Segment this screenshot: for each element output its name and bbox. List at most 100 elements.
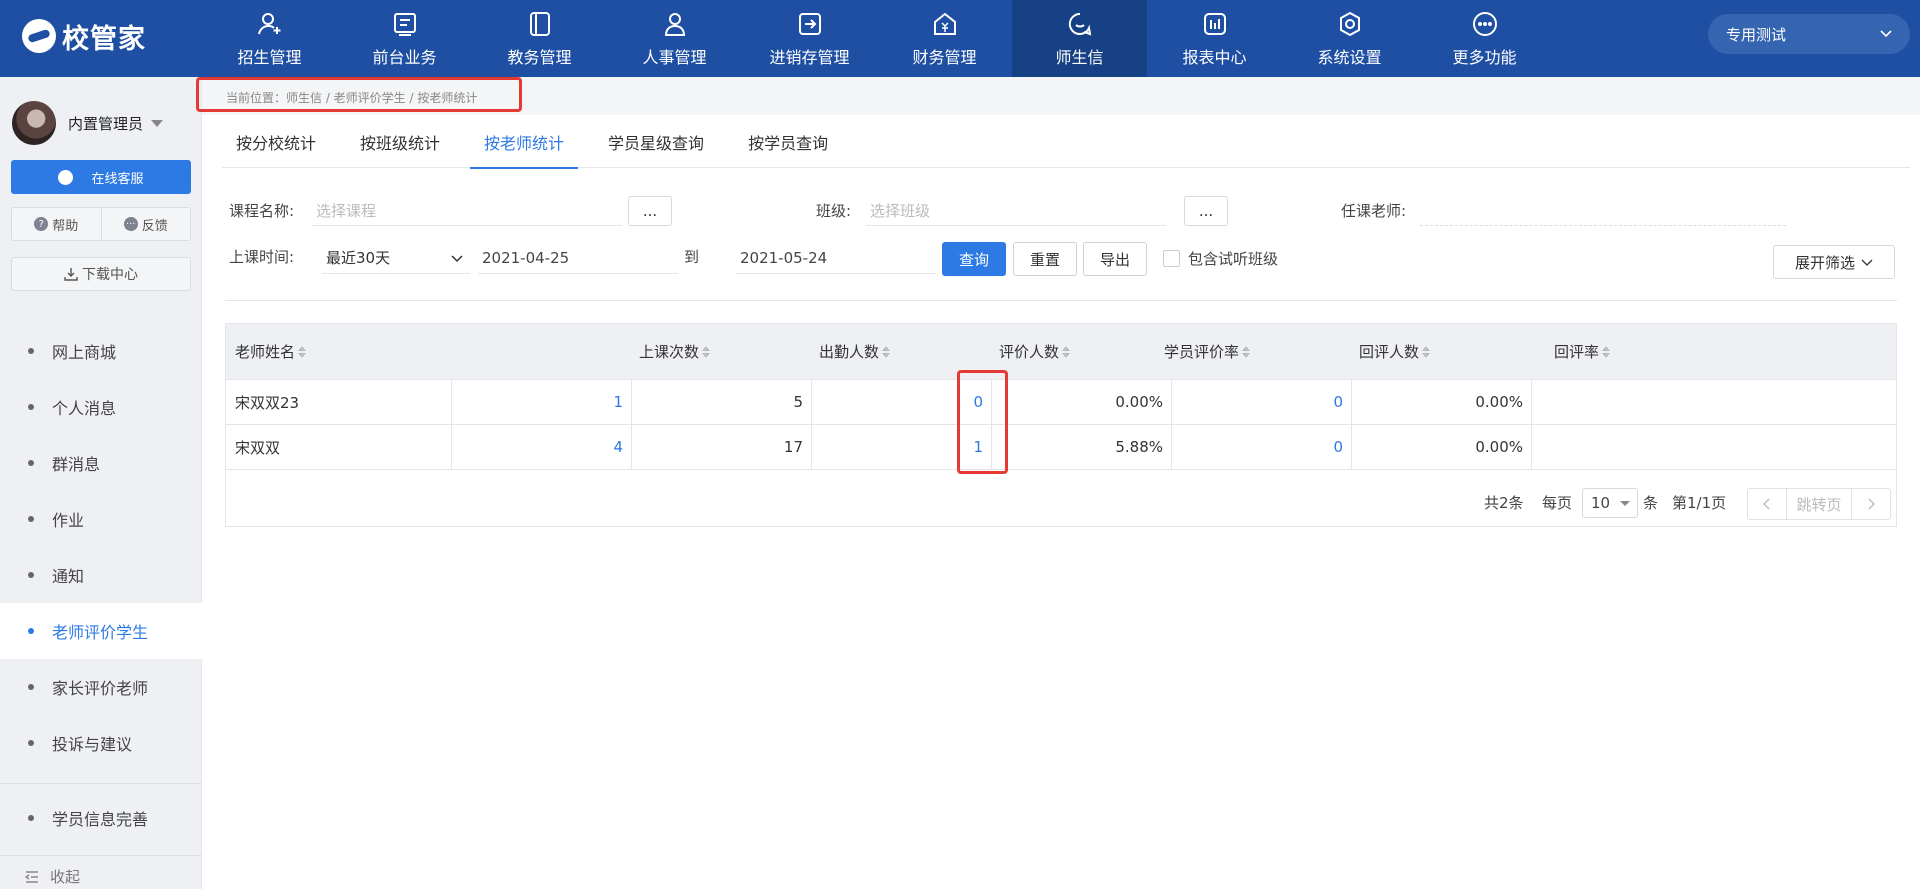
user-name: 内置管理员 xyxy=(68,114,144,133)
logo-text: 校管家 xyxy=(62,23,146,55)
user-plus-icon xyxy=(256,10,284,38)
bar-chart-icon xyxy=(1201,10,1229,38)
app-logo[interactable]: 校管家 xyxy=(22,14,162,58)
sidebar-item-personal-messages[interactable]: 个人消息 xyxy=(0,379,202,435)
table-row: 宋双双 4 17 1 5.88% 0 0.00% xyxy=(226,424,1896,469)
exchange-icon xyxy=(796,10,824,38)
attendance-cell: 17 xyxy=(632,425,812,469)
page-navigation: 跳转页 xyxy=(1747,488,1891,520)
page-size-select[interactable]: 10 xyxy=(1582,488,1638,518)
class-count-cell[interactable]: 4 xyxy=(452,425,632,469)
person-icon xyxy=(661,10,689,38)
tab-by-branch[interactable]: 按分校统计 xyxy=(222,116,330,168)
column-header-eval-rate[interactable]: 学员评价率 xyxy=(1080,324,1260,379)
to-label: 到 xyxy=(684,248,700,266)
attendance-cell: 5 xyxy=(632,380,812,424)
class-picker-button[interactable]: ... xyxy=(1184,196,1228,226)
query-button[interactable]: 查询 xyxy=(942,242,1006,276)
eval-rate-cell: 5.88% xyxy=(992,425,1172,469)
column-header-teacher[interactable]: 老师姓名 xyxy=(235,324,307,379)
sidebar-item-homework[interactable]: 作业 xyxy=(0,491,202,547)
sidebar-item-notices[interactable]: 通知 xyxy=(0,547,202,603)
sidebar-item-online-mall[interactable]: 网上商城 xyxy=(0,323,202,379)
nav-item-reports[interactable]: 报表中心 xyxy=(1147,0,1282,77)
tab-by-class[interactable]: 按班级统计 xyxy=(346,116,454,168)
course-label: 课程名称: xyxy=(229,202,295,220)
teacher-input[interactable] xyxy=(1420,196,1786,226)
jump-page-input[interactable]: 跳转页 xyxy=(1786,489,1852,519)
sidebar-item-student-info[interactable]: 学员信息完善 xyxy=(0,790,202,846)
sidebar-item-teacher-evaluate-student[interactable]: 老师评价学生 xyxy=(0,603,202,659)
column-header-class-count[interactable]: 上课次数 xyxy=(544,324,720,379)
prev-page-button[interactable] xyxy=(1748,489,1786,519)
nav-item-inventory[interactable]: 进销存管理 xyxy=(742,0,877,77)
reply-count-cell[interactable]: 0 xyxy=(1172,425,1352,469)
question-icon: ? xyxy=(34,217,49,231)
nav-item-teacher-student[interactable]: 师生信 xyxy=(1012,0,1147,77)
user-profile[interactable]: 内置管理员 xyxy=(12,101,164,145)
nav-label: 系统设置 xyxy=(1317,47,1382,67)
nav-item-front-desk[interactable]: 前台业务 xyxy=(337,0,472,77)
time-range-select[interactable]: 最近30天 xyxy=(322,242,470,274)
sidebar-item-label: 学员信息完善 xyxy=(52,810,149,829)
pagination: 共2条 每页 10 条 第1/1页 跳转页 xyxy=(225,479,1897,525)
export-button[interactable]: 导出 xyxy=(1083,242,1147,276)
per-page-label: 每页 xyxy=(1542,493,1573,512)
collapse-sidebar-button[interactable]: 收起 xyxy=(24,866,80,887)
sort-icon xyxy=(702,345,710,358)
table-row: 宋双双23 1 5 0 0.00% 0 0.00% xyxy=(226,379,1896,424)
collapse-icon xyxy=(24,870,38,883)
nav-item-enrollment[interactable]: 招生管理 xyxy=(202,0,337,77)
date-from-input[interactable]: 2021-04-25 xyxy=(478,242,678,274)
reset-button[interactable]: 重置 xyxy=(1013,242,1077,276)
include-trial-checkbox[interactable]: 包含试听班级 xyxy=(1163,248,1278,269)
nav-item-hr[interactable]: 人事管理 xyxy=(607,0,742,77)
sort-icon xyxy=(298,345,307,358)
sidebar-item-complaints[interactable]: 投诉与建议 xyxy=(0,715,202,771)
sidebar-item-label: 家长评价老师 xyxy=(52,679,149,698)
sidebar-item-label: 投诉与建议 xyxy=(52,735,133,754)
download-center-button[interactable]: 下载中心 xyxy=(11,257,191,291)
nav-item-academic[interactable]: 教务管理 xyxy=(472,0,607,77)
date-to-input[interactable]: 2021-05-24 xyxy=(736,242,936,274)
nav-item-more[interactable]: 更多功能 xyxy=(1417,0,1552,77)
tenant-selector[interactable]: 专用测试 xyxy=(1708,14,1910,54)
help-button[interactable]: ? 帮助 xyxy=(12,208,101,240)
tab-by-student[interactable]: 按学员查询 xyxy=(734,116,842,168)
nav-label: 前台业务 xyxy=(372,47,437,67)
tab-by-teacher[interactable]: 按老师统计 xyxy=(470,116,579,169)
sidebar-item-group-messages[interactable]: 群消息 xyxy=(0,435,202,491)
chevron-down-icon xyxy=(1861,259,1873,266)
column-header-attendance[interactable]: 出勤人数 xyxy=(720,324,900,379)
online-service-button[interactable]: 在线客服 xyxy=(11,160,191,194)
yen-house-icon xyxy=(931,10,959,38)
sidebar-item-label: 通知 xyxy=(52,567,85,586)
feedback-button[interactable]: ··· 反馈 xyxy=(100,208,191,240)
next-page-button[interactable] xyxy=(1852,489,1890,519)
sidebar-menu: 网上商城 个人消息 群消息 作业 通知 老师评价学生 家长评价老师 投诉与建议 … xyxy=(0,323,202,846)
sidebar: 内置管理员 在线客服 ? 帮助 ··· 反馈 下载中心 网上商城 个人消息 群消… xyxy=(0,77,202,889)
teacher-name-cell: 宋双双23 xyxy=(226,380,452,424)
class-input[interactable]: 选择班级 xyxy=(866,196,1166,226)
tab-student-star-query[interactable]: 学员星级查询 xyxy=(594,116,718,168)
nav-item-settings[interactable]: 系统设置 xyxy=(1282,0,1417,77)
sidebar-item-label: 老师评价学生 xyxy=(52,623,149,642)
checkbox-box xyxy=(1163,250,1180,267)
course-input[interactable]: 选择课程 xyxy=(312,196,622,226)
chevron-right-icon xyxy=(1868,498,1875,510)
logo-icon xyxy=(22,19,56,53)
chevron-down-icon xyxy=(1880,30,1892,38)
per-page-unit: 条 xyxy=(1643,493,1659,512)
sidebar-item-label: 群消息 xyxy=(52,455,101,474)
bullet-icon xyxy=(28,348,34,354)
nav-item-finance[interactable]: 财务管理 xyxy=(877,0,1012,77)
column-header-reply-count[interactable]: 回评人数 xyxy=(1260,324,1440,379)
bullet-icon xyxy=(28,516,34,522)
sidebar-item-parent-evaluate-teacher[interactable]: 家长评价老师 xyxy=(0,659,202,715)
column-header-reply-rate[interactable]: 回评率 xyxy=(1440,324,1620,379)
expand-filter-button[interactable]: 展开筛选 xyxy=(1773,245,1895,279)
more-icon xyxy=(1471,10,1499,38)
course-picker-button[interactable]: ... xyxy=(628,196,672,226)
class-count-cell[interactable]: 1 xyxy=(452,380,632,424)
reply-count-cell[interactable]: 0 xyxy=(1172,380,1352,424)
